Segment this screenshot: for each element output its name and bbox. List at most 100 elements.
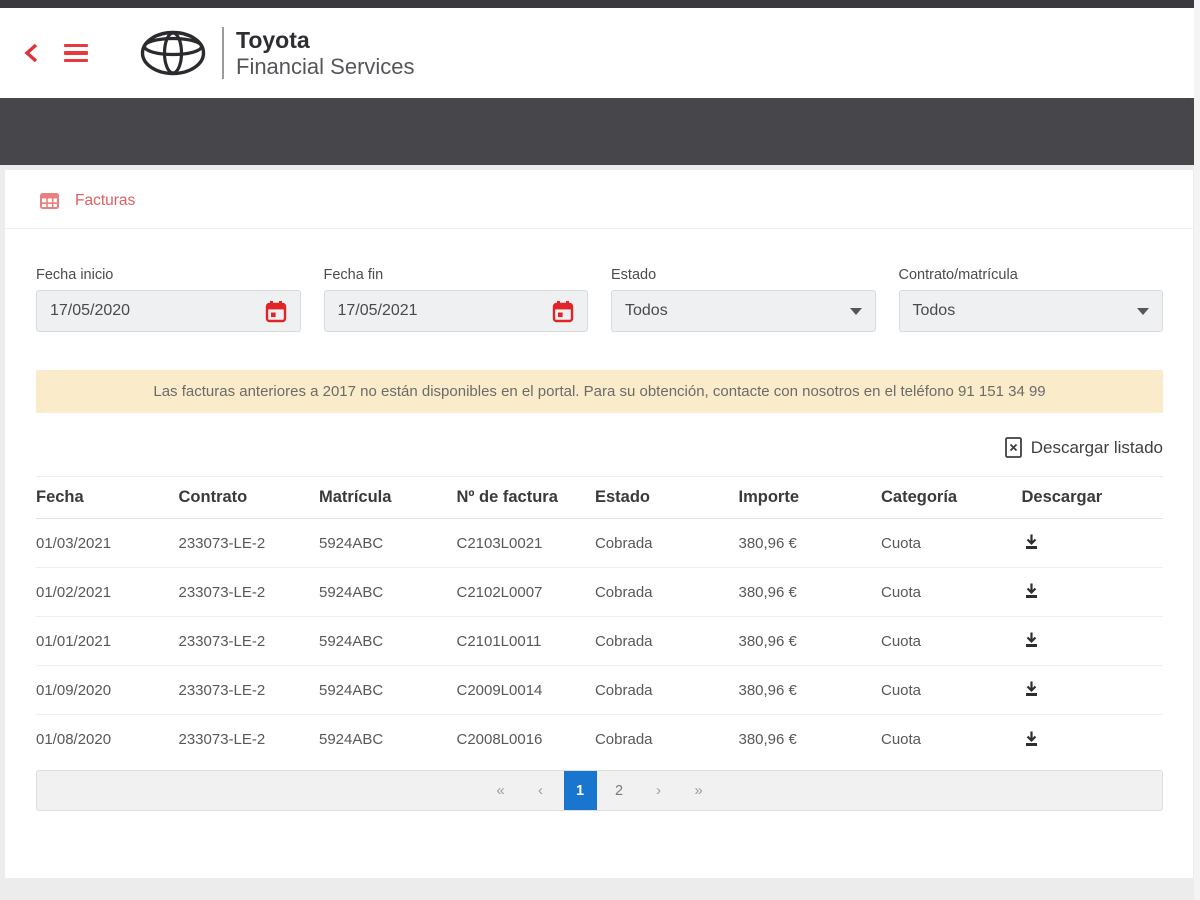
calendar-icon xyxy=(265,300,286,322)
cell-estado: Cobrada xyxy=(594,681,653,699)
cell-fecha: 01/02/2021 xyxy=(36,583,112,601)
cell-descargar xyxy=(1021,728,1163,752)
cell-categoria: Cuota xyxy=(880,681,922,699)
invoices-table-icon xyxy=(40,193,59,209)
table-body: 01/03/2021 233073-LE-2 5924ABC C2103L0021 Co… xyxy=(36,519,1163,764)
download-list-link[interactable]: Descargar listado xyxy=(1004,437,1163,458)
brand-text: Toyota Financial Services xyxy=(236,27,415,79)
download-invoice-button[interactable] xyxy=(1021,728,1042,752)
cell-categoria: Cuota xyxy=(880,632,922,650)
col-header-importe: Importe xyxy=(738,488,799,506)
menu-button[interactable] xyxy=(58,38,94,69)
cell-importe: 380,96 € xyxy=(738,632,797,650)
pagination-next-button[interactable]: › xyxy=(642,771,676,810)
download-invoice-button[interactable] xyxy=(1021,629,1042,653)
toyota-logo xyxy=(140,30,206,76)
subheader-bar xyxy=(0,98,1194,165)
col-header-factura: Nº de factura xyxy=(456,488,558,506)
estado-select[interactable]: Todos xyxy=(611,290,876,332)
cell-contrato: 233073-LE-2 xyxy=(178,731,266,748)
cell-matricula: 5924ABC xyxy=(319,731,384,748)
estado-label: Estado xyxy=(611,267,657,283)
brand-name: Toyota xyxy=(236,27,310,54)
chevron-down-icon xyxy=(849,307,862,315)
pagination-prev-button[interactable]: ‹ xyxy=(524,771,558,810)
cell-descargar xyxy=(1021,580,1163,604)
contrato-label: Contrato/matrícula xyxy=(898,267,1018,283)
cell-categoria: Cuota xyxy=(880,534,922,552)
brand-divider xyxy=(222,27,224,79)
invoices-table: Fecha Contrato Matrícula Nº de factura E… xyxy=(36,476,1163,764)
fecha-fin-input[interactable]: 17/05/2021 xyxy=(323,290,588,332)
calendar-icon xyxy=(552,300,574,322)
col-header-matricula: Matrícula xyxy=(319,488,392,506)
cell-estado: Cobrada xyxy=(594,534,653,552)
cell-contrato: 233073-LE-2 xyxy=(178,583,266,601)
pagination: « ‹ 1 2 › » xyxy=(36,770,1163,811)
filter-fecha-inicio: Fecha inicio 17/05/2020 xyxy=(36,267,301,332)
col-header-contrato: Contrato xyxy=(178,488,248,506)
cell-descargar xyxy=(1021,629,1163,653)
window-top-strip xyxy=(0,0,1194,8)
page-title: Facturas xyxy=(75,192,136,209)
filter-fecha-fin: Fecha fin 17/05/2021 xyxy=(323,267,588,332)
cell-importe: 380,96 € xyxy=(738,681,797,699)
cell-factura: C2101L0011 xyxy=(456,632,542,650)
cell-fecha: 01/03/2021 xyxy=(36,534,112,552)
window-right-strip xyxy=(1194,0,1200,900)
app-header: Toyota Financial Services xyxy=(0,8,1194,98)
pagination-first-button[interactable]: « xyxy=(484,771,518,810)
download-invoice-button[interactable] xyxy=(1021,531,1042,555)
brand-subtitle: Financial Services xyxy=(236,53,415,79)
filters-bar: Fecha inicio 17/05/2020 Fecha fin 17/05/… xyxy=(5,229,1193,332)
cell-categoria: Cuota xyxy=(880,731,922,748)
cell-factura: C2009L0014 xyxy=(456,681,543,699)
filter-estado: Estado Todos xyxy=(611,267,876,332)
fecha-fin-value: 17/05/2021 xyxy=(337,302,418,319)
cell-fecha: 01/09/2020 xyxy=(36,681,112,699)
contrato-select[interactable]: Todos xyxy=(898,290,1163,332)
back-button[interactable] xyxy=(16,35,48,71)
col-header-estado: Estado xyxy=(594,488,650,506)
fecha-fin-label: Fecha fin xyxy=(323,267,384,283)
cell-estado: Cobrada xyxy=(594,583,653,601)
fecha-inicio-value: 17/05/2020 xyxy=(50,302,131,319)
hamburger-icon xyxy=(64,43,88,48)
notice-banner: Las facturas anteriores a 2017 no están … xyxy=(36,370,1163,413)
col-header-fecha: Fecha xyxy=(36,488,84,506)
table-row: 01/02/2021 233073-LE-2 5924ABC C2102L0007 Co… xyxy=(36,568,1163,617)
cell-descargar xyxy=(1021,678,1163,702)
download-icon xyxy=(1026,583,1038,598)
table-row: 01/01/2021 233073-LE-2 5924ABC C2101L0011 Co… xyxy=(36,617,1163,666)
cell-factura: C2102L0007 xyxy=(456,583,543,601)
toyota-emblem-icon xyxy=(140,30,206,76)
cell-importe: 380,96 € xyxy=(738,731,797,748)
cell-contrato: 233073-LE-2 xyxy=(178,632,266,650)
cell-importe: 380,96 € xyxy=(738,583,797,601)
table-row: 01/08/2020 233073-LE-2 5924ABC C2008L0016 Co… xyxy=(36,715,1163,764)
pagination-page-1[interactable]: 1 xyxy=(563,771,597,810)
content-card: Facturas Fecha inicio 17/05/2020 Fecha f… xyxy=(5,170,1193,878)
download-list-row: Descargar listado xyxy=(5,413,1193,468)
download-invoice-button[interactable] xyxy=(1021,678,1042,702)
cell-matricula: 5924ABC xyxy=(319,583,384,601)
cell-matricula: 5924ABC xyxy=(319,681,384,699)
cell-contrato: 233073-LE-2 xyxy=(178,681,266,699)
chevron-down-icon xyxy=(1137,307,1149,315)
filter-contrato: Contrato/matrícula Todos xyxy=(898,267,1163,332)
download-icon xyxy=(1026,731,1038,746)
cell-factura: C2008L0016 xyxy=(456,731,543,748)
fecha-inicio-input[interactable]: 17/05/2020 xyxy=(36,290,301,332)
download-icon xyxy=(1026,632,1038,647)
cell-importe: 380,96 € xyxy=(738,534,797,552)
pagination-page-2[interactable]: 2 xyxy=(603,771,636,810)
cell-matricula: 5924ABC xyxy=(319,632,384,650)
pagination-last-button[interactable]: » xyxy=(682,771,716,810)
cell-fecha: 01/08/2020 xyxy=(36,731,112,748)
table-row: 01/09/2020 233073-LE-2 5924ABC C2009L0014 Co… xyxy=(36,666,1163,715)
section-header: Facturas xyxy=(5,170,1193,229)
download-invoice-button[interactable] xyxy=(1021,580,1042,604)
excel-file-icon xyxy=(1004,437,1022,458)
contrato-value: Todos xyxy=(912,302,956,319)
back-chevron-icon xyxy=(24,43,38,63)
